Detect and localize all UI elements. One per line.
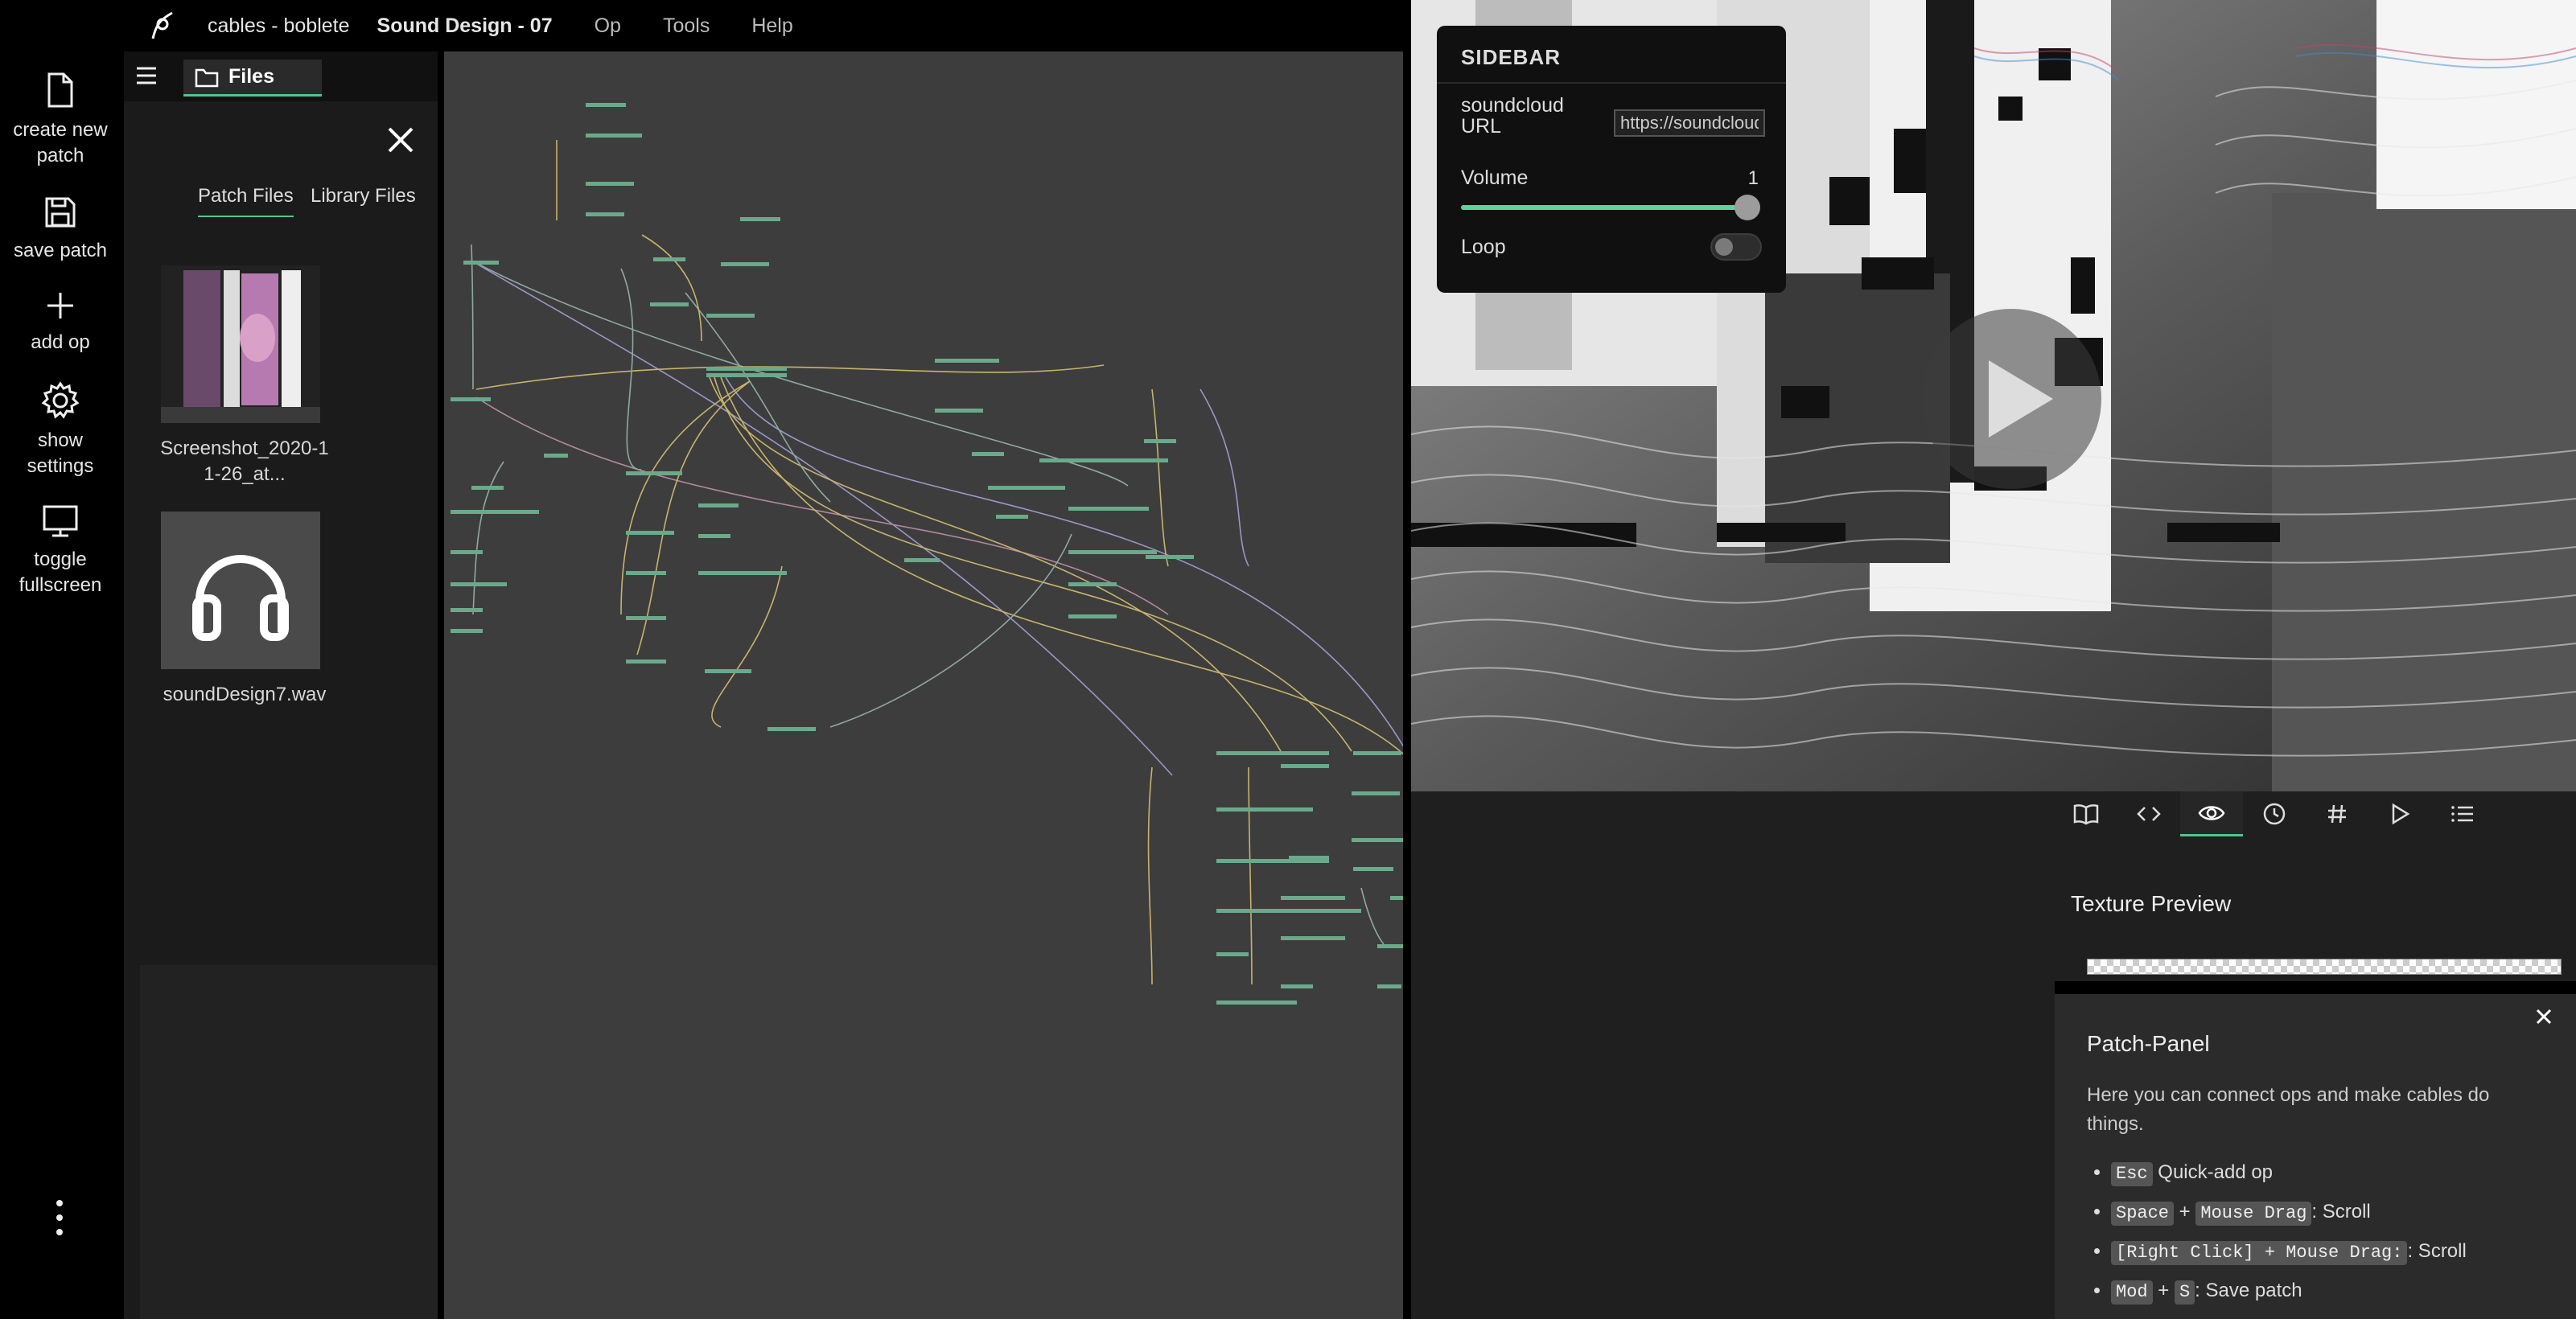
play-button[interactable]: [1921, 309, 2101, 489]
add-op-button[interactable]: add op: [0, 290, 121, 355]
show-settings-button[interactable]: show settings: [0, 381, 121, 479]
monitor-icon: [43, 505, 78, 537]
more-vertical-icon[interactable]: [45, 1194, 74, 1242]
key-badge: Mod: [2111, 1280, 2153, 1305]
list-item: Mod + S: Save patch: [2111, 1276, 2576, 1305]
headphones-icon: [192, 555, 289, 641]
key-badge: [Right Click] + Mouse Drag:: [2111, 1241, 2408, 1265]
volume-slider-handle[interactable]: [1734, 195, 1760, 220]
tab-files[interactable]: Files: [183, 60, 322, 97]
play-tab[interactable]: [2368, 791, 2431, 836]
texture-preview-title: Texture Preview: [2071, 891, 2232, 916]
files-empty-area: [140, 965, 438, 1319]
patch-canvas[interactable]: [444, 51, 1403, 1319]
history-tab[interactable]: [2243, 791, 2306, 836]
create-new-patch-button[interactable]: create new patch: [0, 71, 121, 169]
file-name[interactable]: soundDesign7.wav: [156, 682, 333, 708]
hamburger-menu-icon[interactable]: [135, 66, 159, 85]
clock-icon: [2263, 803, 2286, 825]
panel-icon-bar: [2055, 791, 2576, 836]
code-icon: [2137, 807, 2161, 821]
patch-panel-description: Here you can connect ops and make cables…: [2087, 1084, 2490, 1135]
soundcloud-url-input[interactable]: [1614, 109, 1765, 137]
save-patch-label: save patch: [13, 240, 108, 261]
cables-logo-icon[interactable]: [145, 8, 180, 43]
preview-tab[interactable]: [2180, 791, 2243, 836]
menu-bar: cables - boblete Sound Design - 07 Op To…: [124, 0, 1411, 51]
play-icon: [1989, 360, 2053, 438]
close-icon[interactable]: [2533, 1005, 2555, 1028]
docs-tab[interactable]: [2055, 791, 2117, 836]
volume-value: 1: [1747, 167, 1759, 189]
project-name[interactable]: cables - boblete: [208, 14, 350, 38]
subtab-library-files[interactable]: Library Files: [311, 185, 416, 216]
patch-panel-divider: [2055, 981, 2576, 994]
menu-op[interactable]: Op: [595, 14, 621, 38]
save-icon: [45, 197, 76, 228]
gear-icon: [41, 381, 80, 419]
patch-name[interactable]: Sound Design - 07: [377, 14, 553, 38]
panel-separator[interactable]: [1403, 51, 1411, 1319]
texture-preview-canvas[interactable]: [2087, 959, 2562, 975]
save-patch-button[interactable]: save patch: [0, 195, 121, 264]
shortcut-text: : Scroll: [2311, 1201, 2371, 1222]
eye-icon: [2198, 805, 2225, 820]
toggle-fullscreen-button[interactable]: toggle fullscreen: [0, 503, 121, 598]
variables-tab[interactable]: [2306, 791, 2368, 836]
empty-panel: [1411, 791, 2055, 1319]
patch-graph[interactable]: [444, 51, 1403, 1319]
tab-files-label: Files: [228, 65, 274, 88]
left-toolbar: create new patch save patch add op show …: [0, 51, 121, 1319]
key-badge: Esc: [2111, 1162, 2153, 1186]
plus-icon: [47, 293, 73, 318]
subtab-patch-files[interactable]: Patch Files: [198, 185, 294, 217]
url-label: soundcloud URL: [1461, 94, 1564, 138]
shortcut-text: Quick-add op: [2152, 1161, 2274, 1183]
toggle-fullscreen-label: toggle fullscreen: [19, 549, 102, 596]
code-tab[interactable]: [2117, 791, 2180, 836]
list-item: Esc Quick-add op: [2111, 1158, 2576, 1187]
file-name[interactable]: Screenshot_2020-1 1-26_at...: [156, 436, 333, 487]
create-new-patch-label: create new patch: [13, 119, 108, 166]
hash-icon: [2328, 804, 2346, 824]
shortcut-text: : Save patch: [2195, 1280, 2302, 1301]
shortcut-text: : Scroll: [2407, 1240, 2467, 1262]
loop-label: Loop: [1461, 236, 1506, 258]
volume-label: Volume: [1461, 166, 1529, 189]
menu-help[interactable]: Help: [751, 14, 792, 38]
key-badge: S: [2174, 1280, 2195, 1305]
list-tab[interactable]: [2431, 791, 2494, 836]
book-icon: [2073, 804, 2099, 825]
right-area: SIDEBAR soundcloud URL Volume 1 Loop: [1411, 0, 2576, 1319]
show-settings-label: show settings: [27, 429, 94, 477]
volume-slider[interactable]: [1461, 205, 1751, 210]
texture-preview-panel: Texture Preview: [2055, 836, 2576, 981]
add-op-label: add op: [31, 331, 90, 353]
list-item: Space + Mouse Drag: Scroll: [2111, 1198, 2576, 1227]
folder-icon: [195, 68, 219, 87]
volume-slider-fill: [1461, 205, 1751, 210]
menu-tools[interactable]: Tools: [663, 14, 710, 38]
video-output[interactable]: SIDEBAR soundcloud URL Volume 1 Loop: [1411, 0, 2576, 791]
sidebar-divider: [1437, 82, 1786, 84]
loop-toggle[interactable]: [1710, 233, 1762, 261]
list-item: [Right Click] + Mouse Drag:: Scroll: [2111, 1237, 2576, 1266]
close-icon[interactable]: [386, 125, 415, 154]
sidebar-overlay: SIDEBAR soundcloud URL Volume 1 Loop: [1437, 26, 1786, 293]
file-thumbnail-image[interactable]: [161, 265, 320, 423]
file-thumbnail-audio[interactable]: [161, 512, 320, 669]
sidebar-heading: SIDEBAR: [1461, 45, 1562, 69]
key-badge: Mouse Drag: [2195, 1202, 2312, 1226]
play-outline-icon: [2392, 803, 2410, 825]
list-icon: [2451, 806, 2473, 822]
screenshot-preview: [161, 265, 320, 423]
patch-panel-help: Patch-Panel Here you can connect ops and…: [2055, 994, 2576, 1319]
key-badge: Space: [2111, 1202, 2175, 1226]
loop-toggle-knob: [1715, 238, 1733, 256]
shortcut-list: Esc Quick-add op Space + Mouse Drag: Scr…: [2087, 1158, 2576, 1316]
files-panel: Files Patch Files Library Files Screensh…: [124, 51, 438, 1319]
new-file-icon: [47, 72, 73, 108]
patch-panel-title: Patch-Panel: [2087, 1031, 2210, 1056]
